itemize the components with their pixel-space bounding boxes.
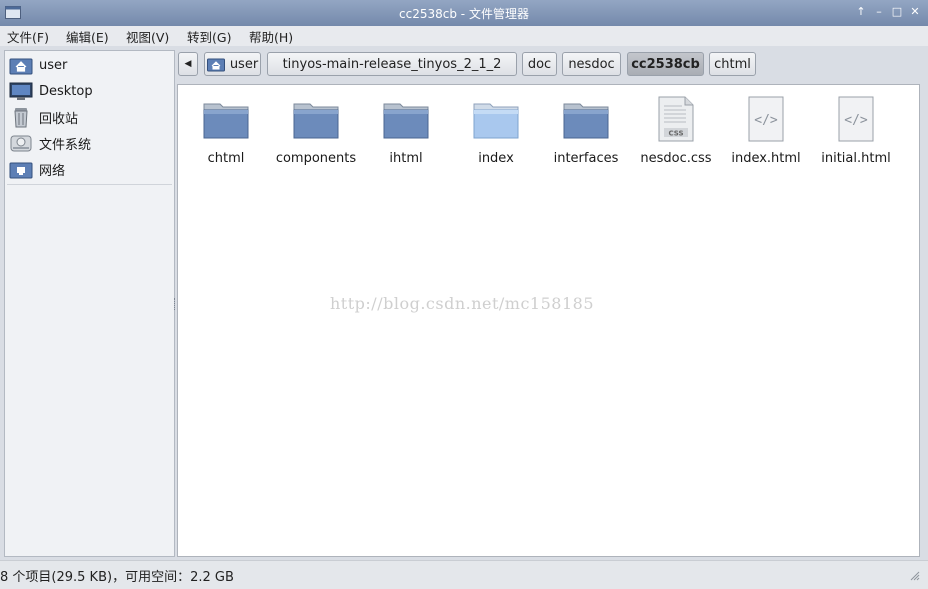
menu-edit[interactable]: 编辑(E) [66,27,109,46]
sidebar-item-desktop[interactable]: Desktop [7,79,172,103]
breadcrumb-label: doc [527,56,552,72]
window-close-button[interactable]: ✕ [908,5,922,19]
sidebar-item-label: 回收站 [39,111,79,127]
file-item-components[interactable]: components [271,95,361,166]
file-item-chtml[interactable]: chtml [181,95,271,166]
breadcrumb-label: tinyos-main-release_tinyos_2_1_2 [282,56,502,72]
file-item-index-folder[interactable]: index [451,95,541,166]
css-file-icon: CSS [651,95,701,143]
file-item-interfaces[interactable]: interfaces [541,95,631,166]
file-item-initial-html[interactable]: </> initial.html [811,95,901,166]
folder-icon [381,95,431,143]
breadcrumb-label: user [229,56,259,72]
home-folder-icon [206,58,225,71]
breadcrumb-label: chtml [714,56,751,72]
menu-bar: 文件(F) 编辑(E) 视图(V) 转到(G) 帮助(H) [0,26,928,46]
breadcrumb-nesdoc[interactable]: nesdoc [562,52,621,76]
file-name: index [478,151,514,166]
sidebar: user Desktop 回收站 文件系统 网络 [4,50,175,557]
file-name: interfaces [553,151,619,166]
window-title: cc2538cb - 文件管理器 [399,7,529,21]
window-minimize-button[interactable]: – [872,5,886,19]
watermark-text: http://blog.csdn.net/mc158185 [330,294,595,313]
sidebar-item-filesystem[interactable]: 文件系统 [7,131,172,155]
window-maximize-button[interactable]: □ [890,5,904,19]
desktop-icon [8,80,34,102]
file-name: nesdoc.css [640,151,712,166]
left-arrow-icon: ◀ [184,59,192,69]
drive-icon [8,132,34,154]
file-name: ihtml [389,151,423,166]
sidebar-item-label: user [39,57,68,73]
html-file-icon: </> [741,95,791,143]
sidebar-item-label: 网络 [39,163,66,179]
menu-go[interactable]: 转到(G) [187,27,231,46]
menu-view[interactable]: 视图(V) [126,27,169,46]
file-item-ihtml[interactable]: ihtml [361,95,451,166]
folder-open-icon [471,95,521,143]
title-bar: cc2538cb - 文件管理器 ↑ – □ ✕ [0,0,928,27]
folder-icon [561,95,611,143]
folder-icon [291,95,341,143]
file-item-nesdoc-css[interactable]: CSS nesdoc.css [631,95,721,166]
css-badge: CSS [668,130,683,138]
menu-file[interactable]: 文件(F) [7,27,49,46]
network-icon [8,158,34,180]
sidebar-item-label: 文件系统 [39,137,92,153]
html-file-icon: </> [831,95,881,143]
folder-icon [201,95,251,143]
file-view[interactable]: chtml components ihtml index interfaces … [177,84,920,557]
sidebar-item-trash[interactable]: 回收站 [7,105,172,129]
breadcrumb-label: nesdoc [568,56,615,72]
file-name: chtml [207,151,245,166]
breadcrumb-doc[interactable]: doc [522,52,557,76]
trash-icon [8,106,34,128]
breadcrumb-tinyos-main[interactable]: tinyos-main-release_tinyos_2_1_2 [267,52,517,76]
window-up-button[interactable]: ↑ [854,5,868,19]
code-badge: </> [754,113,778,128]
sidebar-divider [7,184,172,185]
sidebar-item-label: Desktop [39,83,93,99]
breadcrumb-cc2538cb[interactable]: cc2538cb [627,52,704,76]
resize-grip-icon[interactable] [910,571,920,581]
file-name: index.html [731,151,801,166]
menu-help[interactable]: 帮助(H) [249,27,293,46]
file-name: initial.html [821,151,891,166]
path-back-button[interactable]: ◀ [178,52,198,76]
status-text: 8 个项目(29.5 KB)，可用空间：2.2 GB [0,570,234,585]
breadcrumb-user[interactable]: user [204,52,261,76]
code-badge: </> [844,113,868,128]
file-item-index-html[interactable]: </> index.html [721,95,811,166]
sidebar-item-network[interactable]: 网络 [7,157,172,181]
breadcrumb-label: cc2538cb [631,56,700,72]
home-folder-icon [8,54,34,76]
status-bar: 8 个项目(29.5 KB)，可用空间：2.2 GB [0,560,928,589]
sidebar-item-user[interactable]: user [7,53,172,77]
file-name: components [275,151,357,166]
breadcrumb-chtml[interactable]: chtml [709,52,756,76]
